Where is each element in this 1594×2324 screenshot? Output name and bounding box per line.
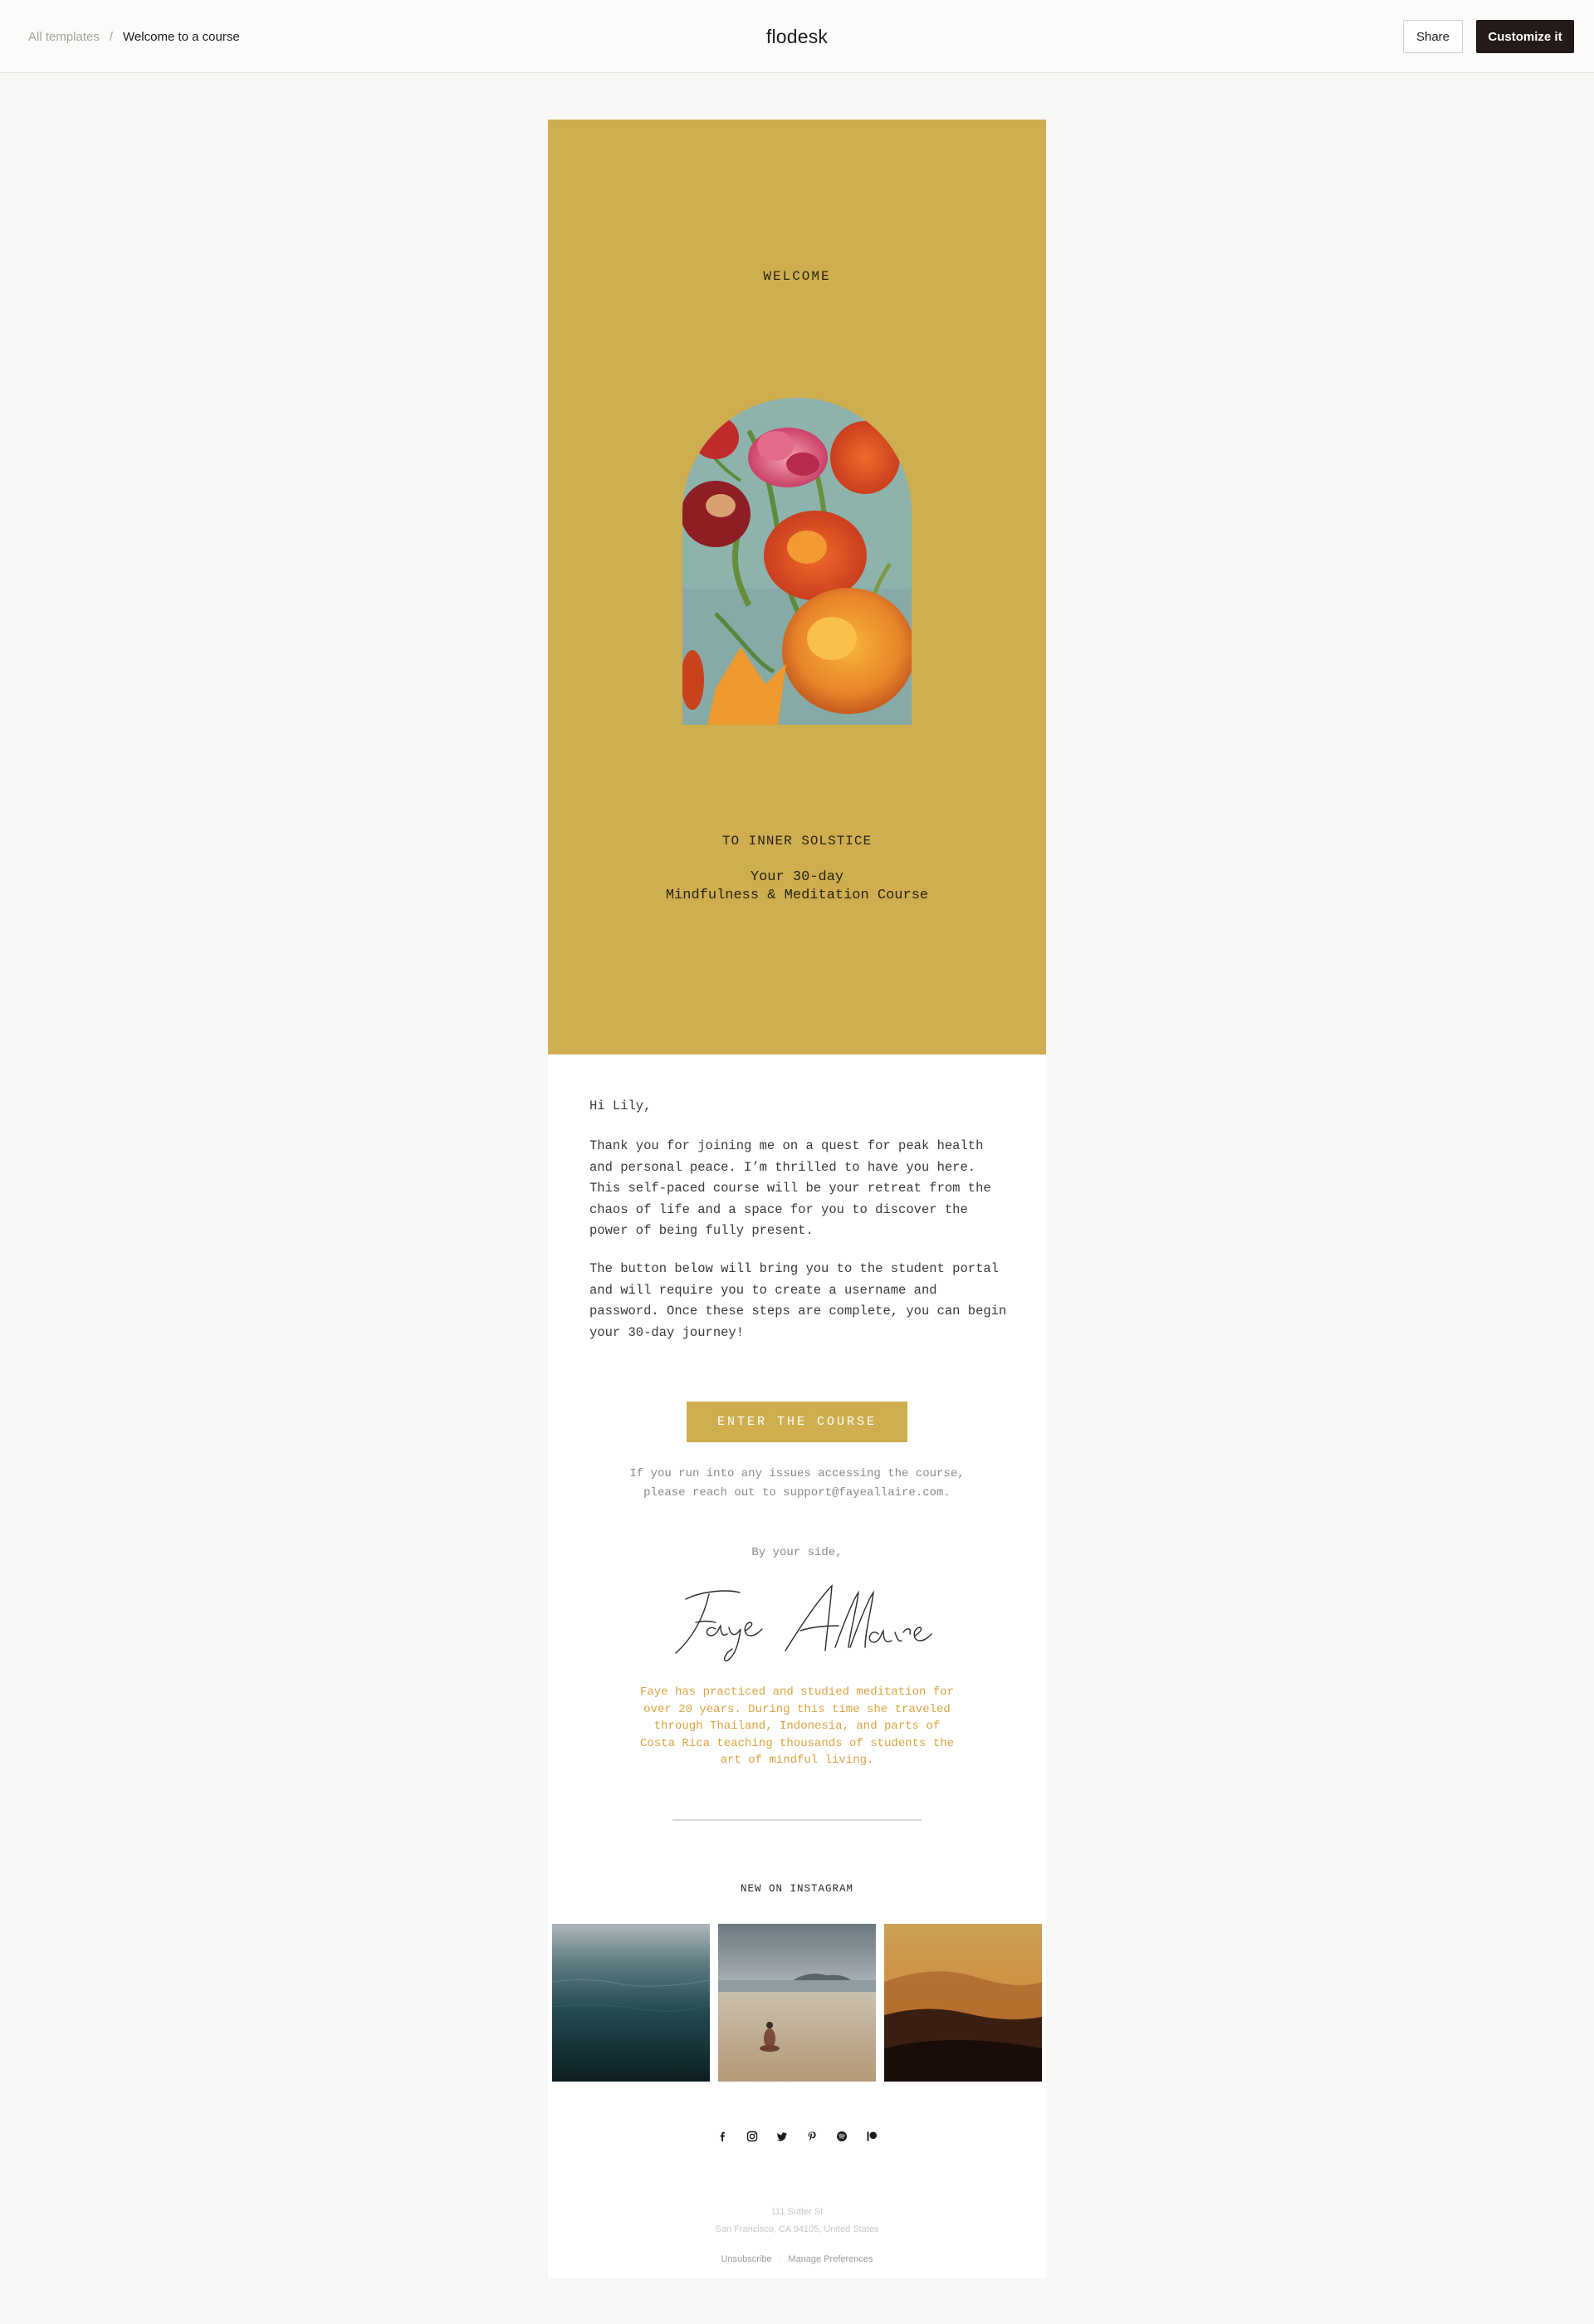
greeting: Hi Lily, [589, 1098, 652, 1113]
breadcrumb: All templates / Welcome to a course [28, 0, 240, 73]
beach-meditation-photo [718, 1924, 876, 2082]
patreon-icon[interactable] [864, 2129, 879, 2144]
ocean-water-photo [552, 1924, 710, 2082]
hero-section: WELCOME TO INNER SOLSTICE Your 30-day Mi… [548, 120, 1046, 1054]
support-note-line-2: please reach out to support@fayeallaire.… [643, 1486, 951, 1500]
instagram-grid [552, 1924, 1042, 2082]
email-preview: WELCOME TO INNER SOLSTICE Your 30-day Mi… [548, 120, 1046, 2278]
handwritten-signature [675, 1584, 932, 1661]
intro-paragraph: Thank you for joining me on a quest for … [589, 1138, 991, 1239]
spotify-icon[interactable] [834, 2129, 849, 2144]
instagram-icon[interactable] [745, 2129, 760, 2144]
support-note-line-1: If you run into any issues accessing the… [629, 1467, 965, 1480]
instructions-paragraph: The button below will bring you to the s… [589, 1261, 1007, 1340]
breadcrumb-separator: / [109, 29, 114, 44]
pinterest-icon[interactable] [804, 2129, 819, 2144]
breadcrumb-all-templates-link[interactable]: All templates [28, 30, 100, 44]
hero-welcome-heading: WELCOME [763, 269, 831, 284]
footer-link-separator: · [778, 2254, 782, 2264]
share-button[interactable]: Share [1403, 20, 1463, 53]
section-divider [672, 1819, 922, 1821]
address-line-1: 111 Sutter St [770, 2207, 824, 2217]
instagram-photo-beach[interactable] [718, 1924, 876, 2082]
sign-off: By your side, [751, 1546, 843, 1559]
footer-address: 111 Sutter St San Francisco, CA 94105, U… [548, 2204, 1046, 2238]
hero-flower-image [682, 398, 912, 725]
enter-course-button[interactable]: ENTER THE COURSE [687, 1402, 907, 1442]
instagram-heading: NEW ON INSTAGRAM [740, 1883, 854, 1895]
support-note: If you run into any issues accessing the… [548, 1465, 1046, 1503]
flowers-illustration [682, 398, 912, 725]
top-bar: All templates / Welcome to a course flod… [0, 0, 1594, 73]
social-icons [548, 2129, 1046, 2144]
hero-subtitle-line-1: Your 30-day [750, 869, 844, 885]
hero-brand-line: TO INNER SOLSTICE [721, 834, 873, 849]
author-bio: Faye has practiced and studied meditatio… [639, 1686, 955, 1767]
address-line-2: San Francisco, CA 94105, United States [715, 2224, 879, 2234]
signature-image [661, 1574, 935, 1666]
footer-links: Unsubscribe · Manage Preferences [548, 2254, 1046, 2264]
twitter-icon[interactable] [775, 2129, 790, 2144]
hero-subtitle-line-2: Mindfulness & Meditation Course [665, 888, 929, 903]
hero-subtitle: Your 30-day Mindfulness & Meditation Cou… [548, 868, 1046, 905]
instagram-photo-ocean[interactable] [552, 1924, 710, 2082]
manage-preferences-link[interactable]: Manage Preferences [788, 2254, 873, 2264]
mountain-sunset-photo [884, 1924, 1042, 2082]
customize-button[interactable]: Customize it [1476, 20, 1574, 53]
instagram-photo-mountains[interactable] [884, 1924, 1042, 2082]
unsubscribe-link[interactable]: Unsubscribe [721, 2254, 771, 2264]
breadcrumb-current-page: Welcome to a course [123, 29, 240, 44]
facebook-icon[interactable] [715, 2129, 730, 2144]
